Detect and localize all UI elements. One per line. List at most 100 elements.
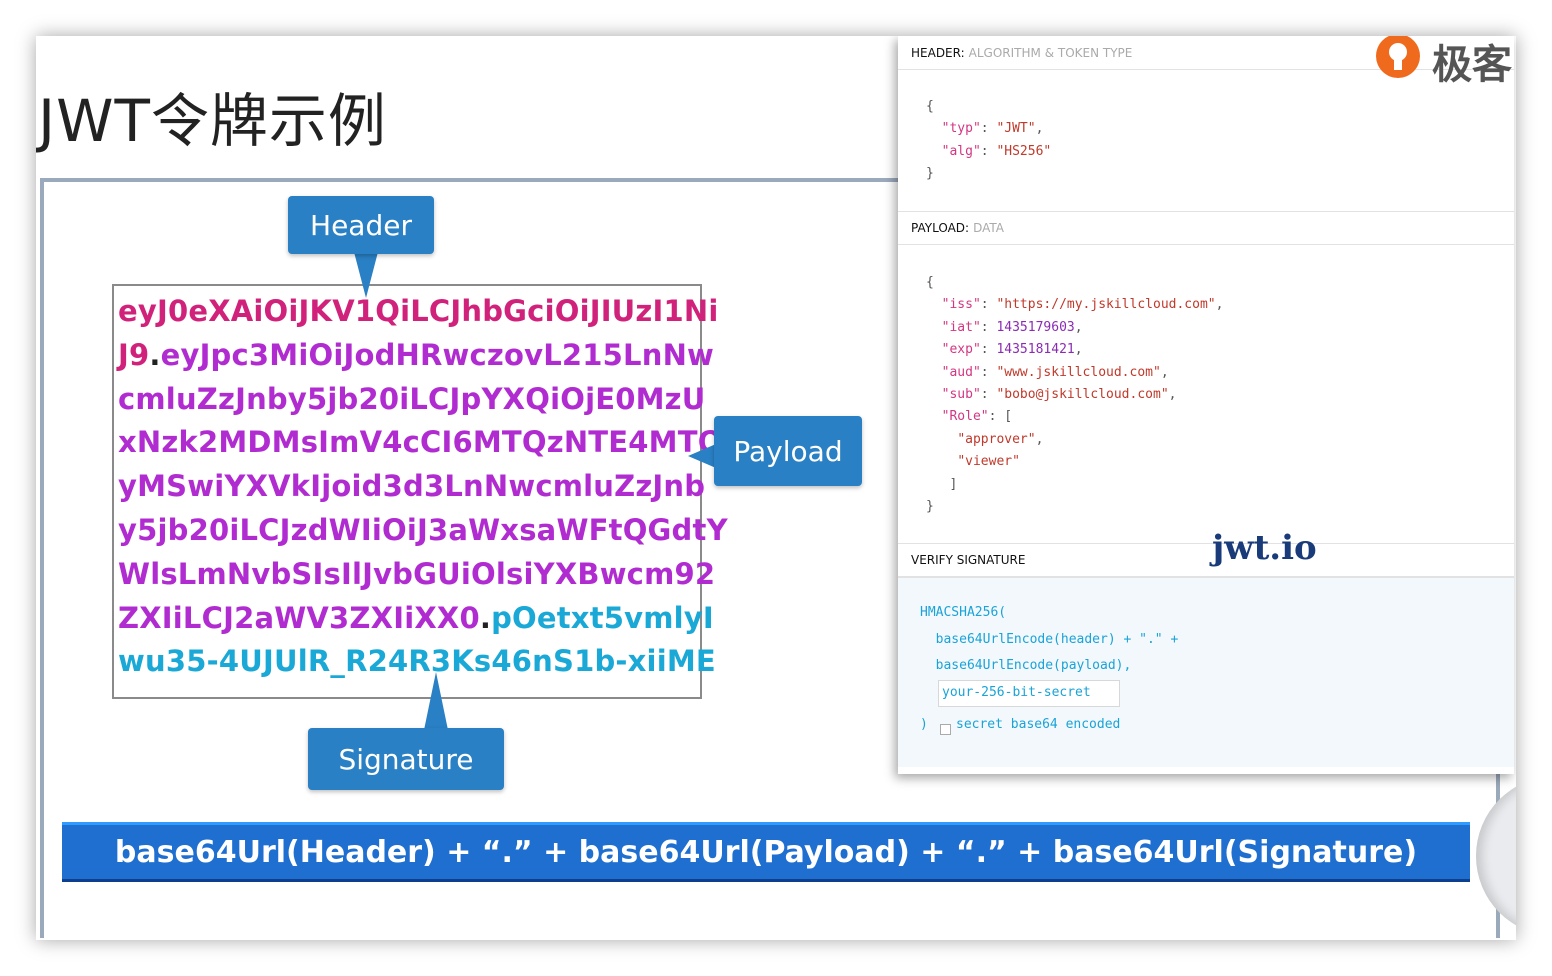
json-value: "www.jskillcloud.com" (996, 364, 1161, 380)
payload-callout-pointer (688, 444, 716, 468)
json-key: "aud" (941, 364, 981, 380)
json-line: "alg": "HS256" (926, 141, 1052, 163)
json-key: "typ" (941, 121, 981, 137)
verify-code-line: HMACSHA256( (920, 605, 1007, 620)
json-value: [ (1004, 409, 1013, 425)
base64-encoded-checkbox[interactable] (940, 724, 951, 735)
token-segment-payload: cmluZzJnby5jb20iLCJpYXQiOjE0MzU (118, 381, 706, 416)
formula-bar: base64Url(Header) + “.” + base64Url(Payl… (62, 822, 1470, 882)
token-segment-sig: pOetxt5vmlyI (491, 600, 714, 635)
json-comma: , (1168, 387, 1177, 403)
json-colon: : (988, 409, 1005, 425)
json-brace: { (926, 99, 934, 114)
json-key: "exp" (941, 342, 981, 358)
json-key: "iat" (941, 319, 981, 335)
json-array-item: "approver" (957, 431, 1036, 447)
token-segment-header: eyJ0eXAiOiJKV1QiLCJhbGciOiJIUzI1Ni (118, 294, 719, 328)
json-key: "alg" (941, 143, 981, 159)
json-colon: : (980, 342, 997, 358)
json-line: } (926, 163, 1051, 185)
json-bracket: ] (949, 476, 958, 492)
signature-callout-pointer (424, 672, 448, 730)
json-key: "sub" (941, 387, 981, 403)
token-segment-payload: ZXIiLCJ2aWV3ZXIiXX0 (118, 600, 480, 635)
json-value: 1435181421 (996, 342, 1075, 358)
signature-callout: Signature (308, 728, 504, 790)
json-brace: } (926, 499, 934, 515)
json-key: "Role" (941, 409, 989, 425)
verify-section-heading: VERIFY SIGNATURE (898, 543, 1514, 577)
header-json-editor[interactable]: { "typ": "JWT", "alg": "HS256"} (926, 96, 1051, 186)
json-comma: , (1035, 431, 1044, 447)
token-segment-dot: . (479, 600, 492, 635)
payload-callout: Payload (714, 416, 862, 486)
token-segment-header: J9 (118, 337, 150, 372)
brand-name: 极客 (1432, 42, 1512, 88)
token-line: J9.eyJpc3MiOiJodHRwczovL215LnNw (118, 334, 714, 378)
json-line: { (926, 96, 1051, 118)
slide-title: JWT令牌示例 (38, 87, 387, 155)
json-colon: : (980, 121, 997, 137)
json-value: "bobo@jskillcloud.com" (996, 387, 1169, 403)
base64-encoded-label: secret base64 encoded (956, 717, 1121, 732)
token-segment-payload: y5jb20iLCJzdWIiOiJ3aWxsaWFtQGdtY (118, 512, 728, 547)
token-line: cmluZzJnby5jb20iLCJpYXQiOjE0MzU (118, 378, 705, 422)
json-value: "https://my.jskillcloud.com" (996, 297, 1216, 313)
json-line: "iss": "https://my.jskillcloud.com", (926, 294, 1224, 316)
brand-logo-icon (1376, 36, 1420, 78)
token-segment-dot: . (149, 337, 161, 372)
json-line: "approver", (926, 429, 1223, 451)
json-line: "typ": "JWT", (926, 118, 1051, 140)
json-brace: } (926, 166, 934, 182)
json-key: "iss" (941, 297, 981, 313)
json-line: "sub": "bobo@jskillcloud.com", (926, 384, 1223, 406)
json-line: "Role": [ (926, 406, 1223, 428)
json-comma: , (1160, 364, 1169, 380)
header-callout-pointer (354, 252, 378, 298)
token-line: wu35-4UJUlR_R24R3Ks46nS1b-xiiME (118, 640, 716, 684)
json-comma: , (1074, 319, 1083, 335)
secret-input[interactable]: your-256-bit-secret (938, 680, 1120, 707)
verify-signature-code: HMACSHA256( base64UrlEncode(header) + ".… (920, 600, 1178, 680)
json-colon: : (980, 319, 997, 335)
verify-signature-area: HMACSHA256( base64UrlEncode(header) + ".… (898, 577, 1514, 767)
json-line: } (926, 496, 1223, 518)
json-colon: : (980, 297, 997, 313)
verify-code-line: base64UrlEncode(header) + "." + (920, 631, 1179, 647)
token-segment-payload: eyJpc3MiOiJodHRwczovL215LnNw (160, 337, 715, 372)
header-callout: Header (288, 196, 434, 254)
json-line: "viewer" (926, 451, 1223, 473)
token-segment-payload: xNzk2MDMsImV4cCI6MTQzNTE4MTQ (118, 425, 723, 460)
brand-logo: 极客 (1372, 36, 1512, 88)
token-line: yMSwiYXVkIjoid3d3LnNwcmluZzJnb (118, 465, 705, 509)
json-colon: : (980, 364, 997, 380)
json-value: "HS256" (996, 143, 1052, 159)
json-line: ] (926, 474, 1223, 496)
json-comma: , (1035, 121, 1044, 137)
json-line: "exp": 1435181421, (926, 339, 1223, 361)
json-colon: : (980, 143, 997, 159)
json-line: { (926, 272, 1223, 294)
jwtio-label: jwt.io (1212, 528, 1317, 568)
json-value: "JWT" (996, 121, 1036, 137)
json-colon: : (980, 387, 997, 403)
json-brace: { (926, 275, 934, 290)
payload-json-editor[interactable]: { "iss": "https://my.jskillcloud.com", "… (926, 272, 1223, 518)
token-segment-payload: WlsLmNvbSIsIlJvbGUiOlsiYXBwcm92 (118, 556, 716, 591)
json-line: "iat": 1435179603, (926, 317, 1223, 339)
payload-section-subtitle: DATA (973, 221, 1004, 235)
verify-code-line: base64UrlEncode(payload), (920, 658, 1132, 673)
token-segment-payload: yMSwiYXVkIjoid3d3LnNwcmluZzJnb (118, 469, 706, 504)
token-line: eyJ0eXAiOiJKV1QiLCJhbGciOiJIUzI1Ni (118, 290, 718, 334)
slide: JWT令牌示例 eyJ0eXAiOiJKV1QiLCJhbGciOiJIUzI1… (36, 36, 1516, 940)
jwt-debugger-panel: HEADER: ALGORITHM & TOKEN TYPE { "typ": … (898, 36, 1514, 774)
token-line: y5jb20iLCJzdWIiOiJ3aWxsaWFtQGdtY (118, 509, 728, 553)
token-segment-sig: wu35-4UJUlR_R24R3Ks46nS1b-xiiME (118, 644, 716, 679)
jwt-token-box: eyJ0eXAiOiJKV1QiLCJhbGciOiJIUzI1Ni J9.eyJ… (112, 284, 728, 699)
payload-section-title: PAYLOAD: (911, 221, 970, 235)
token-line: WlsLmNvbSIsIlJvbGUiOlsiYXBwcm92 (118, 553, 715, 597)
header-section-subtitle: ALGORITHM & TOKEN TYPE (968, 45, 1133, 60)
token-line: ZXIiLCJ2aWV3ZXIiXX0.pOetxt5vmlyI (118, 597, 714, 641)
json-line: "aud": "www.jskillcloud.com", (926, 362, 1223, 384)
json-array-item: "viewer" (957, 454, 1020, 470)
